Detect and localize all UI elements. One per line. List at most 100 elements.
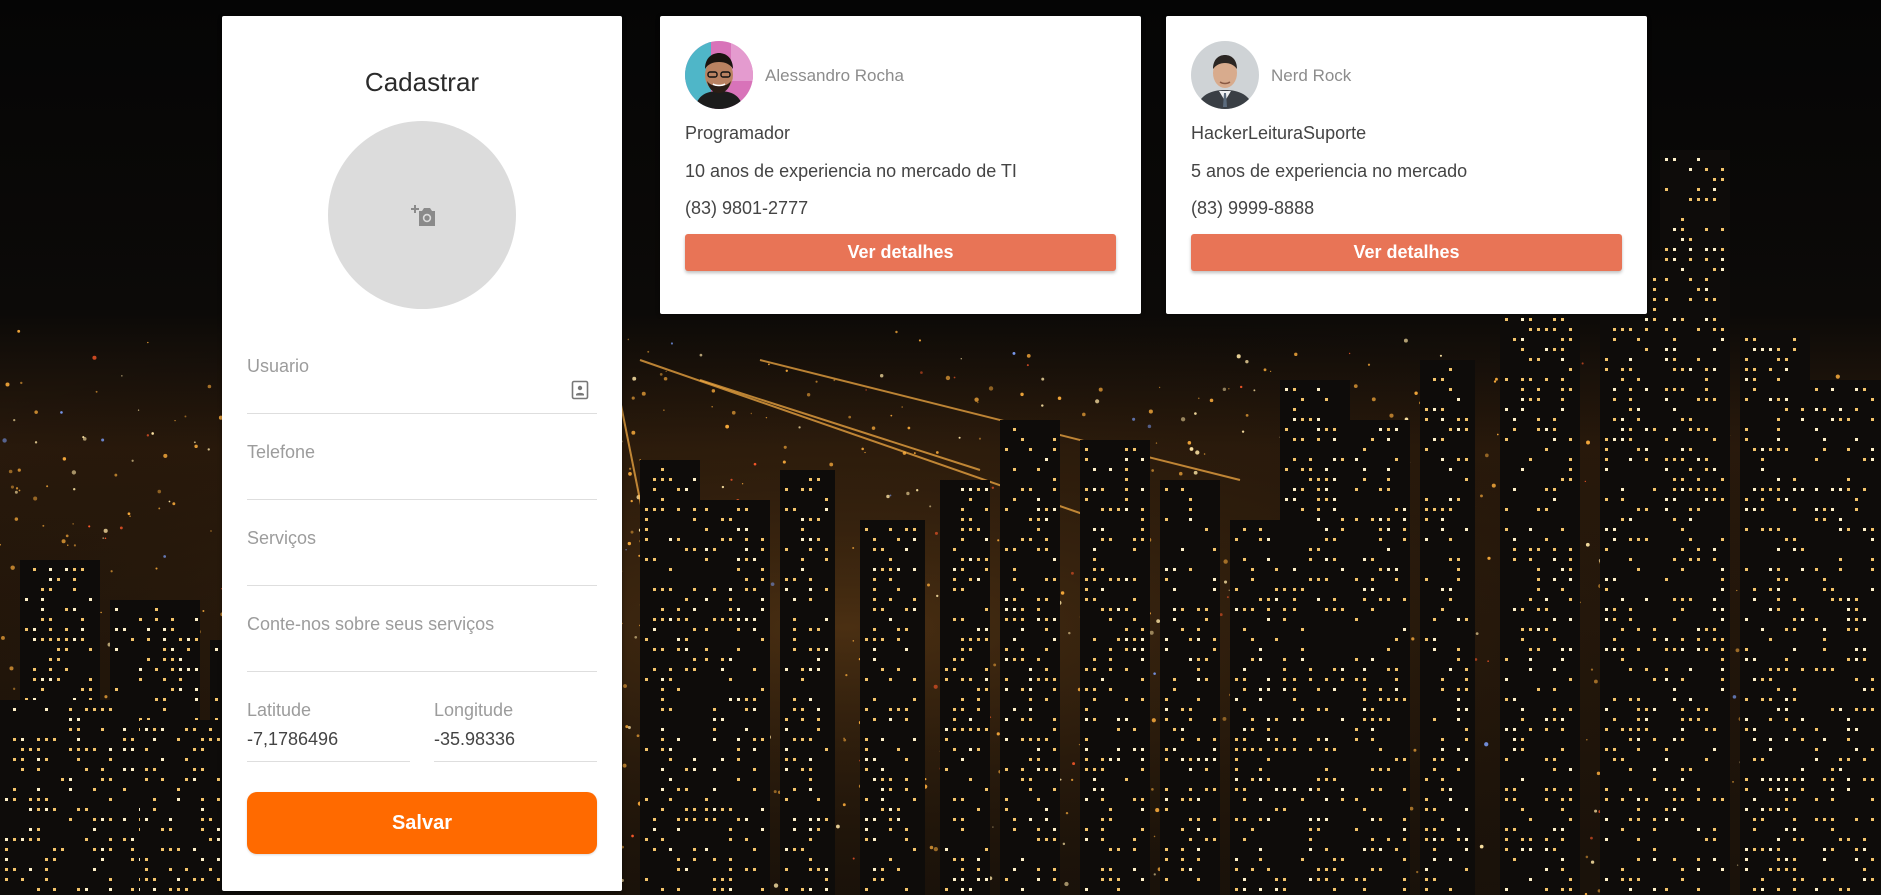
window-light <box>1769 718 1772 721</box>
city-light <box>1732 781 1734 783</box>
window-light <box>1705 428 1708 431</box>
window-light <box>115 648 118 651</box>
window-light <box>33 668 36 671</box>
window-light <box>809 778 812 781</box>
window-light <box>1395 568 1398 571</box>
window-light <box>1037 798 1040 801</box>
city-light <box>721 485 725 489</box>
city-light <box>14 517 19 521</box>
window-light <box>825 548 828 551</box>
window-light <box>1363 598 1366 601</box>
window-light <box>1141 748 1144 751</box>
window-light <box>1569 568 1572 571</box>
window-light <box>1569 468 1572 471</box>
usuario-field[interactable]: Usuario <box>247 344 597 414</box>
window-light <box>1037 758 1040 761</box>
window-light <box>1029 538 1032 541</box>
window-light <box>705 818 708 821</box>
window-light <box>1457 498 1460 501</box>
window-light <box>1013 868 1016 871</box>
window-light <box>1293 388 1296 391</box>
longitude-field[interactable]: Longitude -35.98336 <box>434 688 597 762</box>
city-light <box>1155 442 1158 444</box>
window-light <box>1371 728 1374 731</box>
sobre-field[interactable]: Conte-nos sobre seus serviços <box>247 602 597 672</box>
window-light <box>85 748 88 751</box>
window-light <box>1793 698 1796 701</box>
window-light <box>1713 398 1716 401</box>
window-light <box>705 598 708 601</box>
window-light <box>1005 598 1008 601</box>
city-light <box>82 437 87 441</box>
window-light <box>215 698 218 701</box>
window-light <box>1259 538 1262 541</box>
window-light <box>1181 488 1184 491</box>
window-light <box>1793 868 1796 871</box>
city-light <box>1197 397 1200 400</box>
window-light <box>1387 468 1390 471</box>
window-light <box>1847 788 1850 791</box>
window-light <box>945 728 948 731</box>
window-light <box>1871 448 1874 451</box>
window-light <box>89 648 92 651</box>
window-light <box>1553 828 1556 831</box>
window-light <box>1847 888 1850 891</box>
window-light <box>1605 728 1608 731</box>
window-light <box>1665 818 1668 821</box>
window-light <box>1637 698 1640 701</box>
window-light <box>977 708 980 711</box>
window-light <box>645 528 648 531</box>
window-light <box>1665 458 1668 461</box>
city-light <box>104 537 107 540</box>
window-light <box>77 758 80 761</box>
window-light <box>1325 538 1328 541</box>
window-light <box>653 848 656 851</box>
window-light <box>1689 538 1692 541</box>
details-button[interactable]: Ver detalhes <box>1191 234 1622 271</box>
window-light <box>1621 378 1624 381</box>
window-light <box>1721 538 1724 541</box>
window-light <box>713 858 716 861</box>
window-light <box>1205 658 1208 661</box>
details-button[interactable]: Ver detalhes <box>685 234 1116 271</box>
contact-card-icon[interactable] <box>571 380 589 400</box>
window-light <box>1387 528 1390 531</box>
window-light <box>1569 708 1572 711</box>
window-light <box>1713 488 1716 491</box>
window-light <box>69 718 72 721</box>
window-light <box>961 558 964 561</box>
window-light <box>801 538 804 541</box>
window-light <box>1847 528 1850 531</box>
provider-phone: (83) 9801-2777 <box>685 198 809 218</box>
window-light <box>1117 608 1120 611</box>
window-light <box>1259 888 1262 891</box>
window-light <box>1013 498 1016 501</box>
window-light <box>1545 348 1548 351</box>
window-light <box>809 788 812 791</box>
latitude-field[interactable]: Latitude -7,1786496 <box>247 688 410 762</box>
window-light <box>81 688 84 691</box>
window-light <box>1213 788 1216 791</box>
window-light <box>785 758 788 761</box>
window-light <box>873 658 876 661</box>
window-light <box>1637 798 1640 801</box>
window-light <box>1243 728 1246 731</box>
window-light <box>1561 528 1564 531</box>
telefone-field[interactable]: Telefone <box>247 430 597 500</box>
save-button[interactable]: Salvar <box>247 792 597 854</box>
window-light <box>1553 348 1556 351</box>
city-light <box>1475 632 1479 636</box>
window-light <box>1645 318 1648 321</box>
city-light <box>1236 354 1241 359</box>
city-light <box>1178 471 1183 476</box>
window-light <box>123 838 126 841</box>
servicos-field[interactable]: Serviços <box>247 516 597 586</box>
window-light <box>873 698 876 701</box>
window-light <box>1629 328 1632 331</box>
window-light <box>1605 578 1608 581</box>
window-light <box>1309 838 1312 841</box>
window-light <box>1871 558 1874 561</box>
window-light <box>873 648 876 651</box>
photo-upload-button[interactable] <box>328 121 516 309</box>
window-light <box>793 828 796 831</box>
